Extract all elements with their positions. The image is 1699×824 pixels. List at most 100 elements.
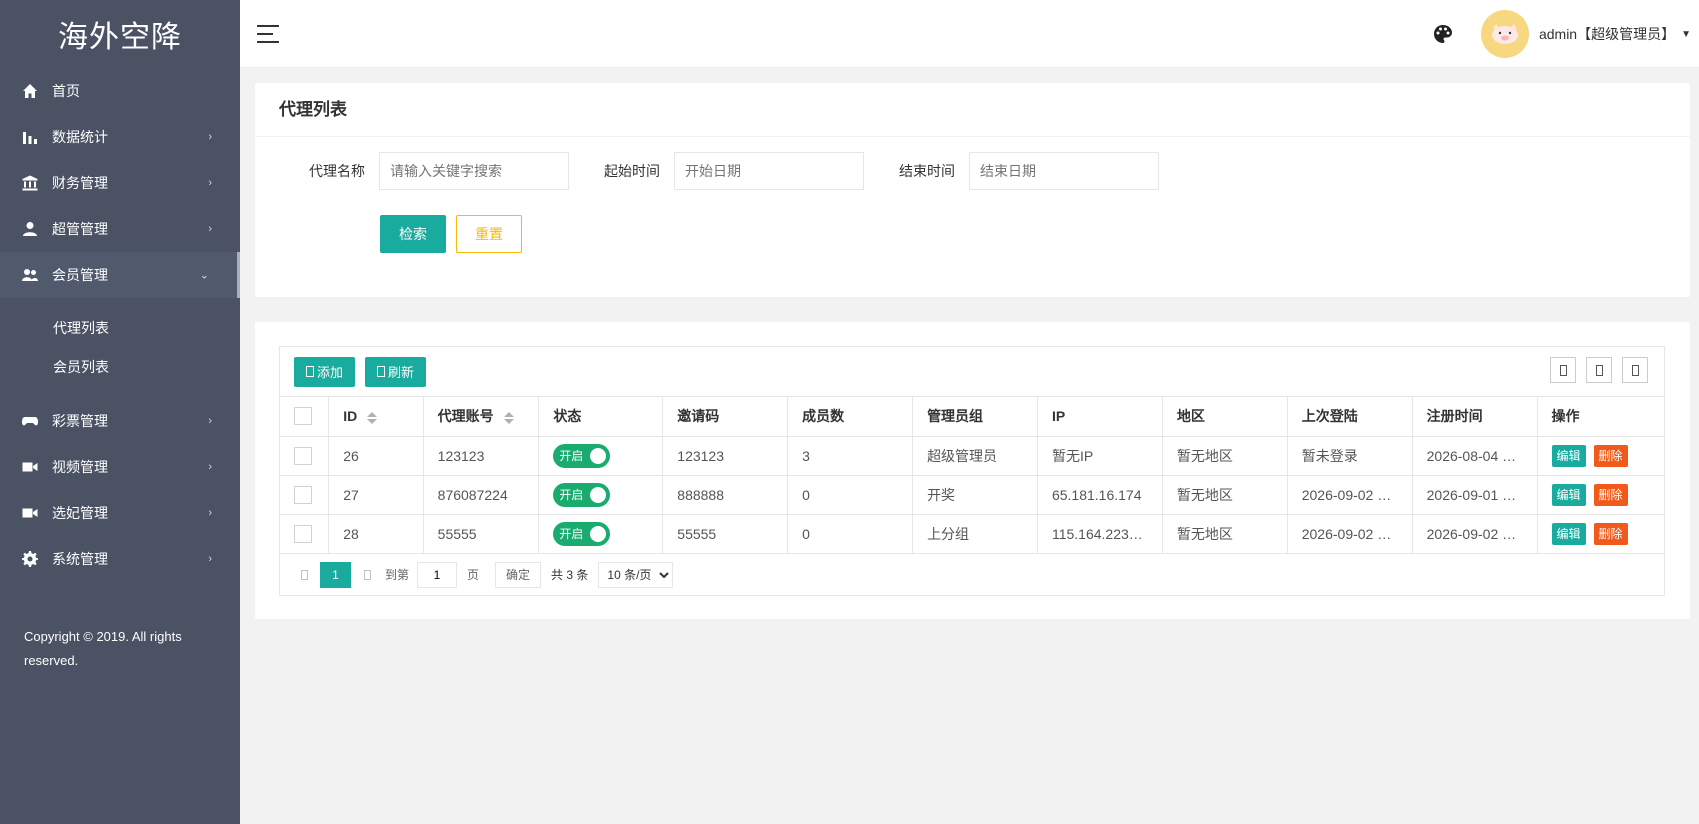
goto-confirm-button[interactable]: 确定 [495, 561, 542, 588]
current-page[interactable]: 1 [320, 561, 351, 588]
edit-button[interactable]: 编辑 [1551, 483, 1586, 506]
cell-invite: 888888 [662, 475, 789, 515]
status-toggle-label: 开启 [559, 449, 584, 463]
chevron-right-icon: › [208, 553, 212, 565]
delete-button[interactable]: 删除 [1593, 522, 1628, 545]
sidebar-item-stats[interactable]: 数据统计 › [0, 114, 240, 160]
total-count: 共 3 条 [551, 568, 589, 582]
prev-page-icon[interactable] [296, 567, 312, 583]
sidebar-item-lottery[interactable]: 彩票管理 › [0, 398, 240, 444]
end-date-input[interactable] [969, 152, 1159, 190]
sidebar-item-label: 会员管理 [52, 267, 108, 283]
delete-button[interactable]: 删除 [1593, 444, 1628, 467]
top-bar: admin【超级管理员】 ▼ [240, 0, 1699, 68]
caret-down-icon[interactable]: ▼ [1681, 29, 1691, 40]
col-header-id[interactable]: ID [328, 397, 424, 437]
start-date-label: 起始时间 [604, 163, 660, 179]
print-icon[interactable] [1622, 357, 1648, 383]
select-all-checkbox[interactable] [294, 407, 312, 426]
page-label: 页 [467, 568, 480, 582]
add-button-label: 添加 [317, 365, 344, 380]
sidebar-item-system[interactable]: 系统管理 › [0, 536, 240, 582]
agent-name-input[interactable] [379, 152, 569, 190]
status-toggle-label: 开启 [559, 488, 584, 502]
palette-icon[interactable] [1433, 24, 1453, 44]
next-page-icon[interactable] [359, 567, 375, 583]
col-header-label: 代理账号 [437, 408, 494, 425]
home-icon [22, 83, 38, 99]
sort-icon[interactable] [367, 411, 378, 424]
col-header-actions: 操作 [1537, 397, 1664, 437]
chevron-right-icon: › [208, 415, 212, 427]
status-toggle[interactable]: 开启 [553, 443, 611, 468]
cell-account: 55555 [423, 514, 540, 554]
refresh-button[interactable]: 刷新 [365, 356, 427, 387]
menu-toggle-icon[interactable] [257, 24, 279, 43]
add-button[interactable]: 添加 [294, 356, 356, 387]
sidebar-item-label: 系统管理 [52, 551, 108, 567]
user-name[interactable]: admin【超级管理员】 [1539, 24, 1675, 44]
cell-group: 上分组 [912, 514, 1038, 554]
reset-button[interactable]: 重置 [456, 215, 522, 253]
row-select-cell [280, 475, 330, 515]
goto-label: 到第 [385, 568, 410, 582]
edit-button[interactable]: 编辑 [1551, 444, 1586, 467]
delete-button[interactable]: 删除 [1593, 483, 1628, 506]
search-form: 代理名称 起始时间 结束时间 [255, 137, 1690, 190]
table-tools [1540, 357, 1648, 383]
cell-account: 876087224 [423, 475, 540, 515]
status-toggle[interactable]: 开启 [553, 482, 611, 507]
submenu-members: 代理列表 会员列表 [0, 298, 240, 398]
table-toolbar: 添加 刷新 [280, 347, 1664, 397]
status-toggle[interactable]: 开启 [553, 521, 611, 546]
sidebar-menu: 首页 数据统计 › 财务管理 › 超管管理 › 会员管理 ⌄ [0, 68, 240, 298]
cell-last-login: 暂未登录 [1287, 436, 1413, 476]
main-content: admin【超级管理员】 ▼ 代理列表 代理名称 起始时间 结束时间 检索 重置 [240, 0, 1699, 824]
cell-members: 3 [787, 436, 914, 476]
cell-group: 超级管理员 [912, 436, 1038, 476]
table-row: 27 876087224 开启 888888 0 开奖 65.181.16.17… [280, 475, 1664, 515]
page-size-select[interactable]: 10 条/页 [598, 561, 674, 588]
chevron-right-icon: › [208, 223, 212, 235]
gear-icon [22, 551, 38, 567]
submenu-item-member-list[interactable]: 会员列表 [0, 347, 240, 386]
search-button[interactable]: 检索 [380, 215, 446, 253]
cell-id: 28 [328, 514, 424, 554]
sidebar-item-label: 首页 [52, 83, 80, 99]
table-row: 26 123123 开启 123123 3 超级管理员 暂无IP 暂无地区 暂未… [280, 436, 1664, 476]
goto-page-input[interactable] [417, 561, 458, 588]
cell-region: 暂无地区 [1162, 436, 1288, 476]
cell-ip: 暂无IP [1037, 436, 1163, 476]
row-select-cell [280, 514, 330, 554]
cell-invite: 55555 [662, 514, 789, 554]
edit-button[interactable]: 编辑 [1551, 522, 1586, 545]
export-icon[interactable] [1586, 357, 1612, 383]
col-header-region: 地区 [1162, 397, 1288, 437]
cell-actions: 编辑 删除 [1537, 475, 1664, 515]
cell-region: 暂无地区 [1162, 514, 1288, 554]
row-checkbox[interactable] [294, 485, 312, 504]
start-date-input[interactable] [674, 152, 864, 190]
cell-invite: 123123 [662, 436, 789, 476]
sidebar-item-label: 超管管理 [52, 221, 108, 237]
cell-actions: 编辑 删除 [1537, 436, 1664, 476]
sidebar-item-home[interactable]: 首页 [0, 68, 240, 114]
sidebar-item-members[interactable]: 会员管理 ⌄ [0, 252, 240, 298]
cell-members: 0 [787, 514, 914, 554]
cell-register: 2026-08-04 … [1412, 436, 1538, 476]
columns-filter-icon[interactable] [1550, 357, 1576, 383]
avatar[interactable] [1480, 10, 1529, 58]
col-header-ip: IP [1037, 397, 1163, 437]
sidebar-item-video[interactable]: 视频管理 › [0, 444, 240, 490]
sidebar-item-concubine[interactable]: 选妃管理 › [0, 490, 240, 536]
sidebar-item-admin[interactable]: 超管管理 › [0, 206, 240, 252]
row-checkbox[interactable] [294, 446, 312, 465]
row-checkbox[interactable] [294, 524, 312, 543]
cell-region: 暂无地区 [1162, 475, 1288, 515]
col-header-account[interactable]: 代理账号 [423, 397, 540, 437]
sort-icon[interactable] [503, 411, 514, 424]
submenu-item-agent-list[interactable]: 代理列表 [0, 308, 240, 347]
logo: 海外空降 [58, 20, 182, 55]
sidebar-item-finance[interactable]: 财务管理 › [0, 160, 240, 206]
chevron-down-icon: ⌄ [199, 269, 209, 282]
